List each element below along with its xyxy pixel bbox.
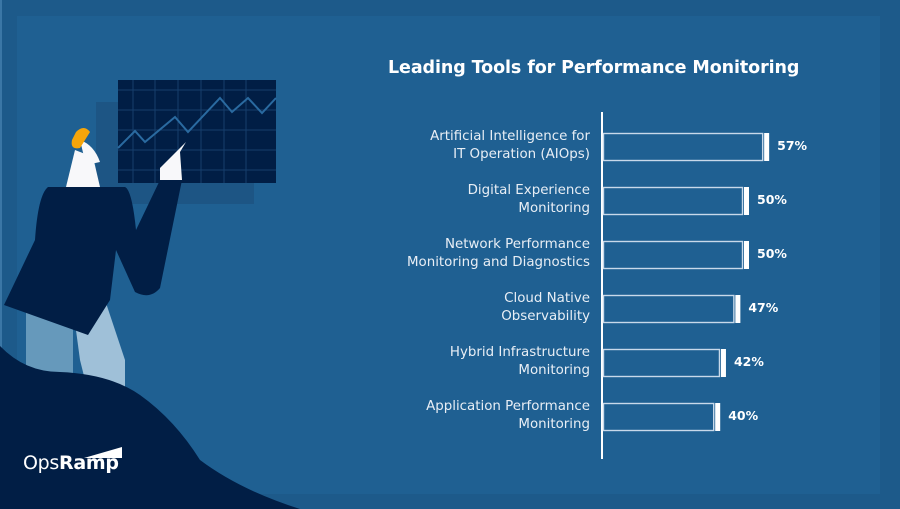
category-label-line: Artificial Intelligence for [430, 129, 590, 144]
bar [602, 348, 721, 378]
bar-end-cap [744, 241, 749, 269]
bar-value-label: 42% [733, 354, 764, 369]
category-label-line: Observability [501, 309, 590, 324]
category-label-line: Cloud Native [504, 291, 590, 306]
bar [602, 294, 735, 324]
category-label-line: Hybrid Infrastructure [449, 345, 590, 360]
bar-end-cap [744, 187, 749, 215]
bar-end-cap [764, 133, 770, 161]
bar-value-label: 47% [748, 300, 779, 315]
category-label: Application Performance Monitoring [350, 398, 590, 434]
category-label-line: Monitoring [518, 363, 590, 378]
bar-value-label: 50% [757, 192, 787, 207]
bar-value-label: 57% [777, 138, 808, 153]
bar [602, 132, 764, 162]
bar-value-label: 50% [757, 246, 787, 261]
category-label: Network Performance Monitoring and Diagno… [350, 236, 590, 272]
bar-end-cap [735, 295, 741, 323]
category-label-line: IT Operation (AIOps) [453, 147, 590, 162]
category-label-line: Monitoring [518, 417, 590, 432]
bar [602, 186, 744, 216]
category-label: Artificial Intelligence for IT Operation … [350, 128, 590, 164]
category-label-line: Digital Experience [467, 183, 590, 198]
category-label: Digital Experience Monitoring [350, 182, 590, 218]
bar-end-cap [715, 403, 721, 431]
category-label: Cloud Native Observability [350, 290, 590, 326]
category-label-line: Monitoring and Diagnostics [406, 255, 590, 270]
category-label-line: Application Performance [426, 399, 590, 414]
bar [602, 402, 715, 432]
bar-end-cap [720, 349, 726, 377]
bar-value-label: 40% [728, 408, 759, 423]
category-label-line: Monitoring [518, 201, 590, 216]
category-label: Hybrid Infrastructure Monitoring [350, 344, 590, 380]
bar [602, 240, 744, 270]
category-label-line: Network Performance [444, 237, 590, 252]
